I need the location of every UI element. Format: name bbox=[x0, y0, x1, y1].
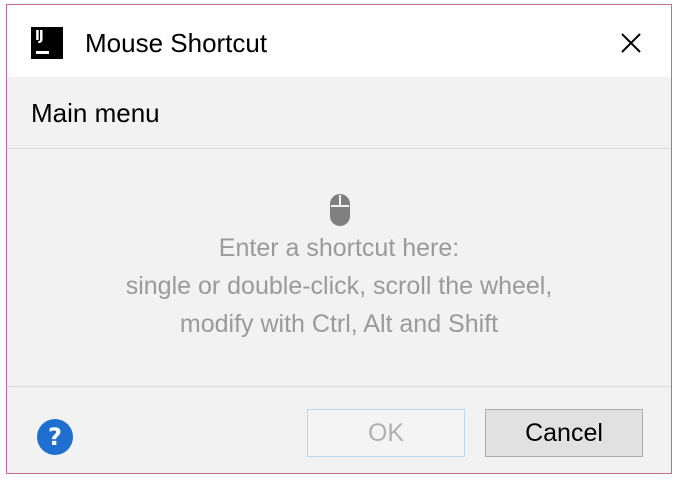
intellij-icon: IJ bbox=[31, 27, 63, 59]
close-button[interactable] bbox=[613, 25, 649, 61]
title-bar: IJ Mouse Shortcut bbox=[7, 5, 671, 77]
help-icon: ? bbox=[48, 423, 62, 451]
app-icon-text: IJ bbox=[35, 29, 44, 44]
hint-line-2: single or double-click, scroll the wheel… bbox=[125, 272, 553, 300]
window-title: Mouse Shortcut bbox=[85, 28, 268, 58]
mouse-shortcut-dialog: IJ Mouse Shortcut Main menu Enter a shor… bbox=[6, 4, 672, 474]
cancel-button[interactable]: Cancel bbox=[485, 409, 643, 457]
content-header: Main menu bbox=[7, 77, 671, 149]
close-icon bbox=[621, 33, 641, 53]
hint-line-1: Enter a shortcut here: bbox=[218, 234, 460, 262]
mouse-icon bbox=[330, 194, 350, 226]
ok-button[interactable]: OK bbox=[307, 409, 465, 457]
help-button[interactable]: ? bbox=[37, 419, 73, 455]
section-title: Main menu bbox=[31, 98, 160, 128]
shortcut-capture-area[interactable]: Enter a shortcut here: single or double-… bbox=[7, 149, 671, 387]
dialog-footer: ? OK Cancel bbox=[7, 386, 671, 473]
hint-line-3: modify with Ctrl, Alt and Shift bbox=[179, 310, 499, 338]
